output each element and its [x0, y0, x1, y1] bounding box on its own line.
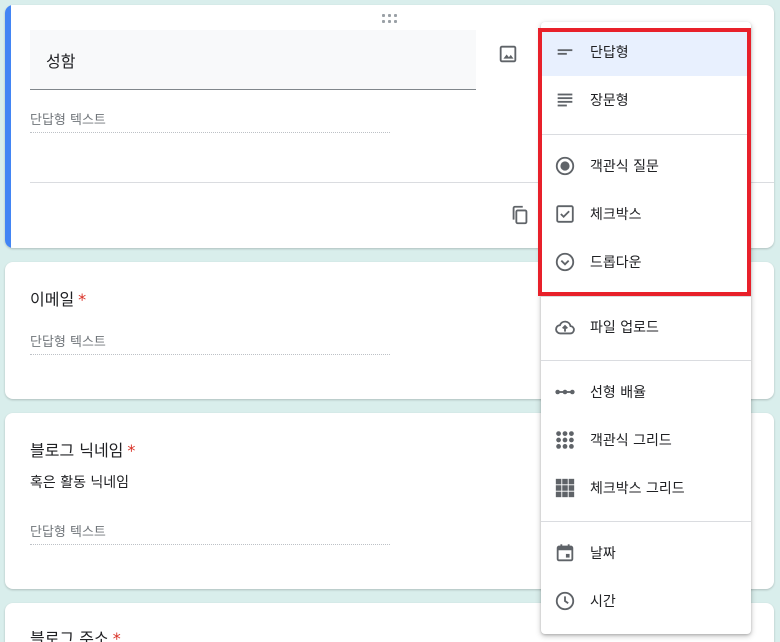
radio-grid-icon: [554, 429, 576, 451]
question-description: 혹은 활동 닉네임: [30, 475, 130, 491]
menu-item-multiple-choice[interactable]: 객관식 질문: [541, 142, 751, 190]
menu-item-linear-scale[interactable]: 선형 배율: [541, 368, 751, 416]
menu-item-file-upload[interactable]: 파일 업로드: [541, 303, 751, 351]
menu-divider: [541, 296, 751, 297]
question-title-text: 블로그 닉네임: [30, 441, 124, 460]
menu-item-label: 시간: [590, 594, 616, 610]
question-title-input[interactable]: 성함: [30, 30, 476, 90]
image-icon[interactable]: [497, 43, 519, 65]
short-answer-field: 단답형 텍스트: [30, 109, 390, 133]
checkbox-grid-icon: [554, 477, 576, 499]
required-mark: *: [78, 290, 87, 309]
question-title: 이메일 *: [30, 286, 86, 310]
calendar-icon: [554, 542, 576, 564]
menu-item-paragraph[interactable]: 장문형: [541, 76, 751, 124]
menu-item-label: 드롭다운: [590, 255, 642, 271]
copy-icon[interactable]: [509, 204, 531, 226]
menu-item-label: 체크박스: [590, 207, 642, 223]
menu-divider: [541, 360, 751, 361]
required-mark: *: [127, 441, 136, 460]
dropdown-icon: [554, 251, 576, 273]
menu-item-date[interactable]: 날짜: [541, 529, 751, 577]
short-answer-field: 단답형 텍스트: [30, 331, 390, 355]
question-title: 블로그 주소 *: [30, 625, 121, 642]
menu-item-label: 객관식 질문: [590, 159, 659, 175]
short-answer-icon: [554, 41, 576, 63]
menu-item-dropdown[interactable]: 드롭다운: [541, 238, 751, 286]
menu-item-multiple-choice-grid[interactable]: 객관식 그리드: [541, 416, 751, 464]
menu-item-checkbox-grid[interactable]: 체크박스 그리드: [541, 464, 751, 512]
menu-item-checkbox[interactable]: 체크박스: [541, 190, 751, 238]
menu-item-label: 체크박스 그리드: [590, 481, 685, 497]
question-title-text: 블로그 주소: [30, 629, 109, 642]
cloud-upload-icon: [554, 316, 576, 338]
menu-item-label: 선형 배율: [590, 385, 646, 401]
radio-icon: [554, 155, 576, 177]
menu-item-short-answer[interactable]: 단답형: [541, 28, 751, 76]
menu-item-label: 파일 업로드: [590, 320, 659, 336]
menu-item-time[interactable]: 시간: [541, 577, 751, 625]
linear-scale-icon: [554, 381, 576, 403]
question-type-menu[interactable]: 단답형 장문형 객관식 질문 체크박스 드롭다운 파일 업로드 선형 배율 객관…: [541, 22, 751, 634]
menu-item-label: 객관식 그리드: [590, 433, 672, 449]
short-answer-field: 단답형 텍스트: [30, 521, 390, 545]
menu-item-label: 장문형: [590, 93, 629, 109]
menu-item-label: 날짜: [590, 546, 616, 562]
question-title: 블로그 닉네임 *: [30, 437, 135, 461]
menu-item-label: 단답형: [590, 45, 629, 61]
question-title-text: 이메일: [30, 290, 75, 309]
drag-handle-icon[interactable]: [382, 14, 400, 24]
checkbox-icon: [554, 203, 576, 225]
menu-divider: [541, 134, 751, 135]
paragraph-icon: [554, 89, 576, 111]
menu-divider: [541, 521, 751, 522]
required-mark: *: [112, 629, 121, 642]
clock-icon: [554, 590, 576, 612]
